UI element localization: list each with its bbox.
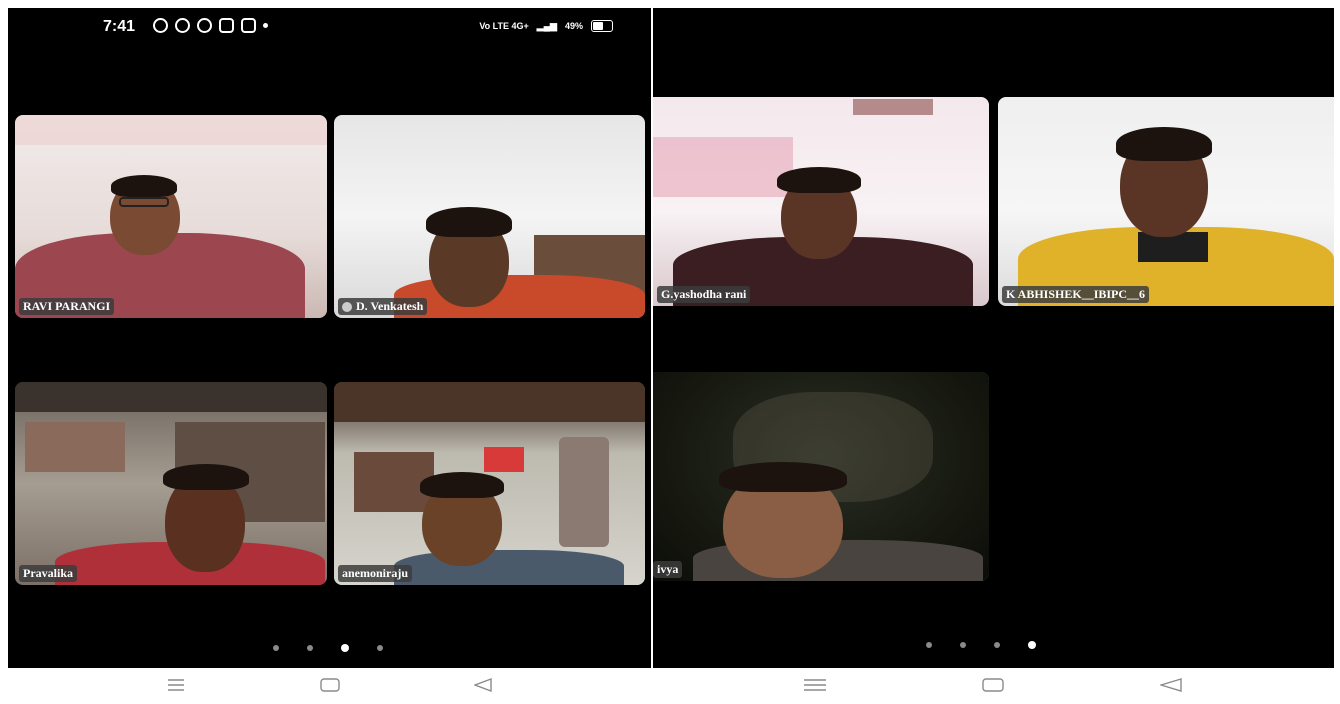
- page-dot[interactable]: [960, 642, 966, 648]
- participant-name: anemoniraju: [338, 565, 412, 582]
- participant-name-text: D. Venkatesh: [356, 299, 424, 313]
- participant-name: K ABHISHEK__IBIPC__6: [1002, 286, 1150, 303]
- battery-icon: [591, 20, 613, 32]
- participant-name: ivya: [653, 561, 683, 578]
- page-dot[interactable]: [377, 645, 383, 651]
- wall-shade: [15, 115, 327, 145]
- status-bar: 7:41 Vo LTE 4G+ ▂▄▆ 49%: [8, 8, 651, 48]
- whatsapp-icon: [153, 18, 168, 33]
- participant-name: G.yashodha rani: [657, 286, 751, 303]
- participant-hair: [777, 167, 861, 193]
- network-label: Vo LTE 4G+: [479, 21, 529, 31]
- status-right: Vo LTE 4G+ ▂▄▆ 49%: [479, 20, 613, 32]
- ceiling: [15, 382, 327, 412]
- participant-hair: [163, 464, 249, 490]
- pocket-icon: [175, 18, 190, 33]
- participant-hair: [111, 175, 177, 197]
- red-bag: [484, 447, 524, 472]
- grid-app-icon: [197, 18, 212, 33]
- hanging-cloth: [559, 437, 609, 547]
- mic-muted-icon: [342, 302, 352, 313]
- notification-icons: [153, 18, 268, 33]
- page-dot[interactable]: [994, 642, 1000, 648]
- participant-body: [394, 550, 624, 585]
- home-icon[interactable]: [318, 676, 342, 694]
- page-dot[interactable]: [273, 645, 279, 651]
- participant-name: Pravalika: [19, 565, 77, 582]
- calendar-icon: [241, 18, 256, 33]
- video-tile-anemoniraju[interactable]: anemoniraju: [334, 382, 645, 585]
- status-time: 7:41: [103, 18, 136, 35]
- page-indicator[interactable]: [926, 641, 1036, 649]
- participant-hair: [426, 207, 512, 237]
- video-tile-yashodha[interactable]: G.yashodha rani: [653, 97, 989, 306]
- page-indicator[interactable]: [273, 644, 383, 652]
- right-navigation-bar: [653, 668, 1334, 702]
- page-dot[interactable]: [307, 645, 313, 651]
- signal-bars-icon: ▂▄▆: [536, 20, 557, 31]
- participant-hair: [420, 472, 504, 498]
- video-tile-abhishek[interactable]: K ABHISHEK__IBIPC__6: [998, 97, 1334, 306]
- page-dot-current[interactable]: [341, 644, 349, 652]
- wall-posters: [25, 422, 125, 472]
- right-phone-screen: G.yashodha rani K ABHISHEK__IBIPC__6 ivy…: [653, 8, 1334, 668]
- video-tile-ravi[interactable]: RAVI PARANGI: [15, 115, 327, 318]
- participant-name: D. Venkatesh: [338, 298, 428, 315]
- video-tile-ivya[interactable]: ivya: [653, 372, 989, 581]
- participant-hair: [719, 462, 847, 492]
- glasses: [119, 197, 169, 207]
- battery-label: 49%: [564, 21, 583, 31]
- participant-hair: [1116, 127, 1212, 161]
- menu-icon[interactable]: [803, 676, 827, 694]
- screenshot-divider: [651, 0, 653, 704]
- more-notifications-dot: [263, 23, 268, 28]
- menu-icon[interactable]: [164, 676, 188, 694]
- video-tile-pravalika[interactable]: Pravalika: [15, 382, 327, 585]
- back-icon[interactable]: [471, 676, 495, 694]
- participant-name: RAVI PARANGI: [19, 298, 115, 315]
- left-phone-screen: 7:41 Vo LTE 4G+ ▂▄▆ 49% RAVI PARANGI D. …: [8, 8, 651, 668]
- wall-frame: [853, 99, 933, 115]
- message-icon: [219, 18, 234, 33]
- home-icon[interactable]: [981, 676, 1005, 694]
- page-dot[interactable]: [926, 642, 932, 648]
- battery-fill: [593, 22, 603, 30]
- left-navigation-bar: [8, 668, 651, 702]
- back-icon[interactable]: [1159, 676, 1183, 694]
- ceiling-beams: [334, 382, 645, 422]
- video-tile-venkatesh[interactable]: D. Venkatesh: [334, 115, 645, 318]
- pink-wall: [653, 137, 793, 197]
- page-dot-current[interactable]: [1028, 641, 1036, 649]
